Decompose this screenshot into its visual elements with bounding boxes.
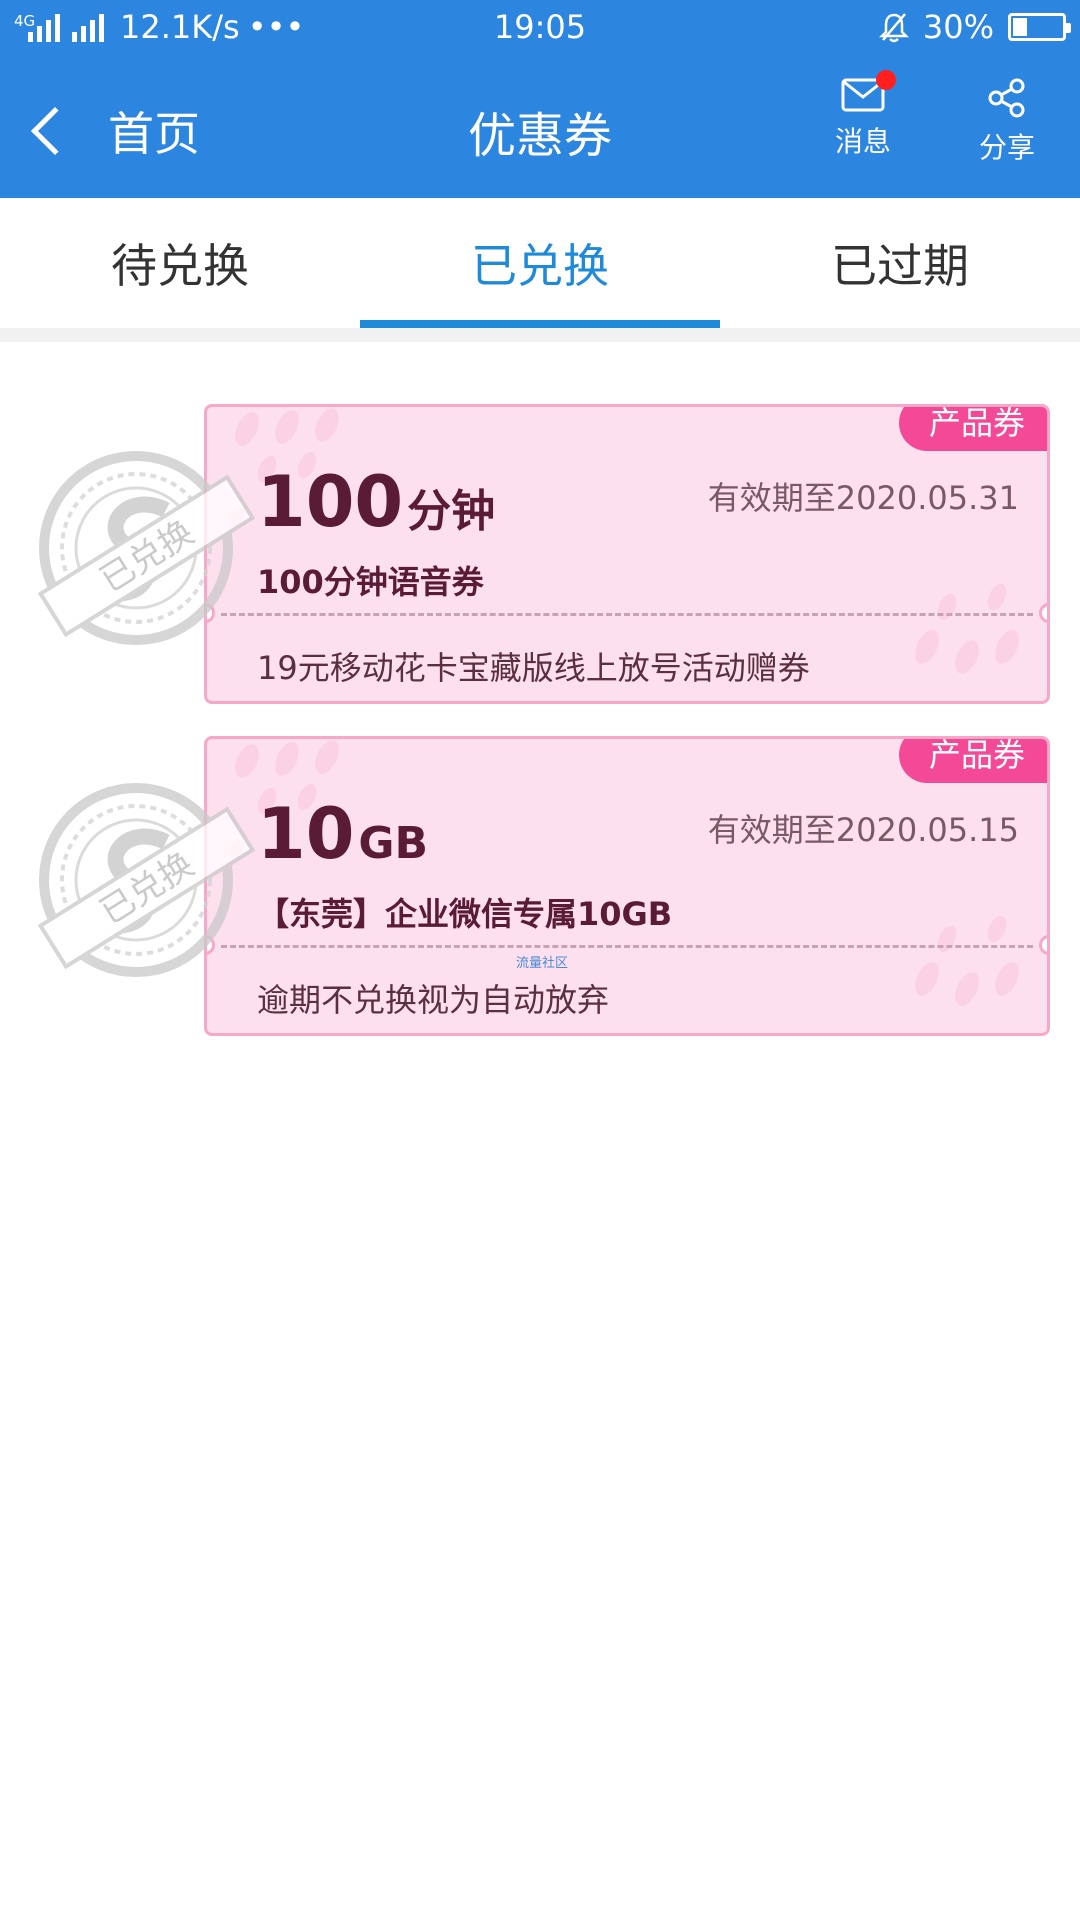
coupon-description: 19元移动花卡宝藏版线上放号活动赠券	[257, 649, 810, 687]
tab-expired[interactable]: 已过期	[720, 198, 1080, 328]
tab-pending[interactable]: 待兑换	[0, 198, 360, 328]
redeemed-stamp-icon: 已兑换	[37, 783, 256, 977]
amount-number: 10	[257, 793, 355, 875]
battery-icon	[1008, 13, 1071, 41]
notification-muted-icon	[878, 13, 909, 43]
unread-dot	[876, 70, 896, 90]
section-divider	[0, 328, 1080, 342]
coupon-amount: 10GB	[257, 793, 428, 875]
coupon-description: 逾期不兑换视为自动放弃	[257, 981, 610, 1019]
coupon-card[interactable]: 产品券 10GB 有效期至2020.05.15 【东莞】企业微信专属10GB 逾…	[204, 736, 1050, 1036]
coupon-name: 100分钟语音券	[257, 563, 484, 601]
validity-date: 有效期至2020.05.31	[707, 479, 1019, 517]
dashed-divider	[221, 945, 1033, 948]
product-coupon-tag: 产品券	[898, 739, 1047, 783]
share-icon	[988, 78, 1025, 118]
tab-bar: 待兑换 已兑换 已过期	[0, 198, 1080, 328]
status-bar: 4G 12.1K/s ••• 19:05 30%	[0, 0, 1080, 58]
amount-unit: 分钟	[407, 486, 496, 537]
amount-number: 100	[257, 461, 404, 543]
redeemed-stamp-icon: 已兑换	[37, 451, 256, 645]
validity-date: 有效期至2020.05.15	[707, 811, 1019, 849]
coupon-amount: 100分钟	[257, 461, 495, 543]
messages-button[interactable]: 消息	[808, 70, 918, 160]
tab-redeemed[interactable]: 已兑换	[360, 198, 720, 328]
share-label: 分享	[978, 131, 1035, 164]
battery-level	[1013, 18, 1027, 36]
coupon-name: 【东莞】企业微信专属10GB	[257, 895, 673, 933]
messages-label: 消息	[834, 125, 891, 158]
amount-unit: GB	[358, 818, 429, 869]
page-title: 优惠券	[467, 108, 612, 164]
share-button[interactable]: 分享	[952, 78, 1062, 166]
battery-percent: 30%	[922, 8, 994, 46]
watermark: 流量社区	[516, 956, 569, 971]
app-header: 4G 12.1K/s ••• 19:05 30% 首页 优惠券 消息 分享	[0, 0, 1080, 198]
product-coupon-tag: 产品券	[898, 407, 1047, 451]
dashed-divider	[221, 613, 1033, 616]
coupon-card[interactable]: 产品券 100分钟 有效期至2020.05.31 100分钟语音券 19元移动花…	[204, 404, 1050, 704]
